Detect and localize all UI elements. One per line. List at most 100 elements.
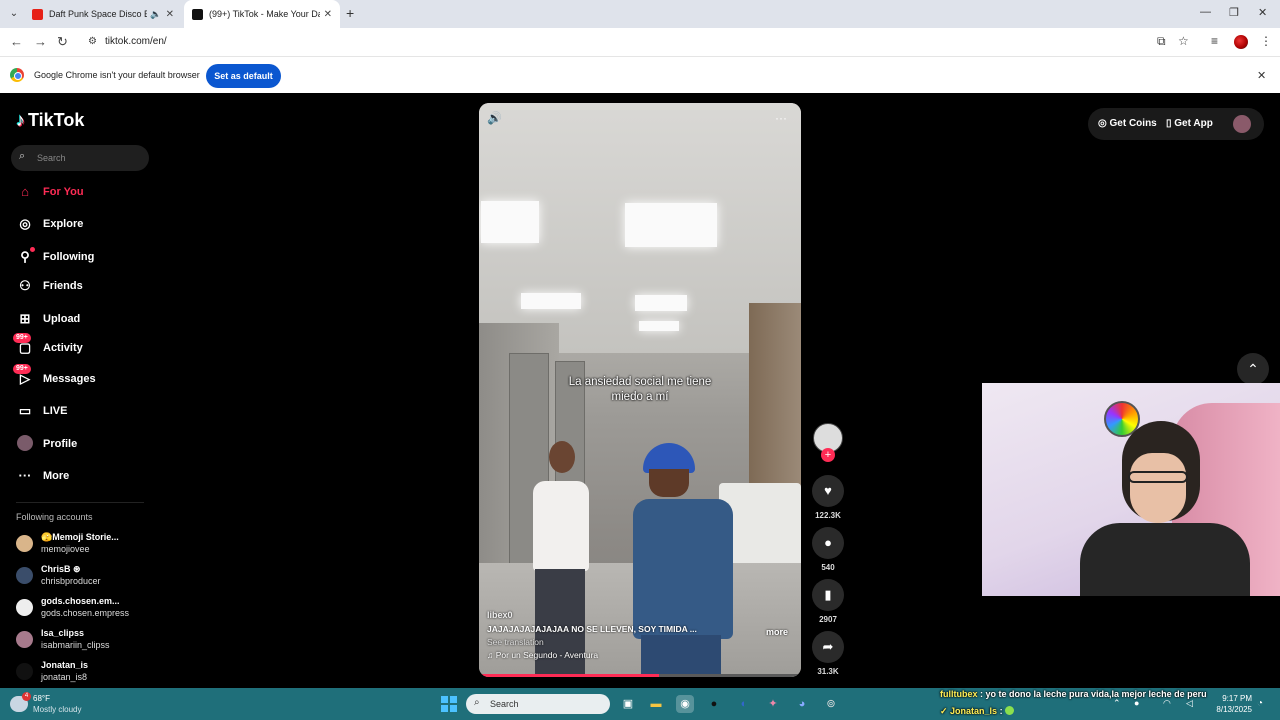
network-icon[interactable]: ◠ bbox=[1163, 698, 1171, 709]
speaker-icon[interactable]: 🔈 bbox=[150, 9, 161, 20]
site-info-icon[interactable]: ⚙ bbox=[88, 31, 97, 53]
tab-search-chevron-icon[interactable]: ⌄ bbox=[6, 6, 22, 22]
following-account[interactable]: Isa_clipss isabmariin_clipss bbox=[16, 627, 156, 653]
nav-label: Upload bbox=[43, 313, 81, 325]
scroll-up-button[interactable]: ⌃ bbox=[1237, 353, 1269, 385]
nav-live[interactable]: ▭ LIVE bbox=[16, 400, 156, 422]
nav-profile[interactable]: Profile bbox=[16, 433, 156, 455]
account-name: ChrisB ⊛ bbox=[41, 564, 81, 574]
nav-label: Profile bbox=[43, 438, 78, 450]
app-icon[interactable]: ✦ bbox=[764, 695, 782, 713]
like-button[interactable]: ♥ 122.3K bbox=[812, 475, 844, 520]
media-control-icon[interactable]: ≡ bbox=[1211, 34, 1218, 48]
webcam-overlay bbox=[982, 383, 1280, 596]
chrome-profile-avatar[interactable] bbox=[1234, 35, 1248, 49]
following-account[interactable]: Jonatan_is jonatan_is8 bbox=[16, 659, 156, 685]
tiktok-favicon-icon bbox=[192, 8, 203, 20]
volume-icon[interactable]: 🔊 bbox=[487, 111, 502, 125]
sidebar-divider bbox=[16, 502, 144, 503]
video-username[interactable]: libex0 bbox=[487, 610, 793, 620]
chrome-taskbar-icon[interactable]: ◉ bbox=[676, 695, 694, 713]
tab-youtube[interactable]: Daft Punk Space Disco Boogie 🔈 ✕ bbox=[24, 0, 182, 28]
account-handle: chrisbproducer bbox=[41, 576, 101, 586]
get-coins-button[interactable]: ◎ Get Coins bbox=[1098, 118, 1157, 129]
volume-tray-icon[interactable]: ◁ bbox=[1186, 698, 1193, 709]
save-button[interactable]: ▮ 2907 bbox=[812, 579, 844, 624]
video-caption: La ansiedad social me tiene miedo a mí bbox=[479, 375, 801, 405]
tiktok-logo[interactable]: ♪ TikTok bbox=[16, 110, 84, 131]
edge-icon[interactable]: ◐ bbox=[735, 695, 753, 713]
discord-icon[interactable]: ◕ bbox=[793, 695, 811, 713]
nav-friends[interactable]: ⚇ Friends bbox=[16, 275, 156, 297]
nav-more[interactable]: ··· More bbox=[16, 465, 156, 487]
video-progress-bar[interactable] bbox=[479, 674, 801, 677]
see-translation-link[interactable]: See translation bbox=[487, 637, 793, 647]
follow-plus-icon[interactable]: + bbox=[821, 448, 835, 462]
chat-message: ✓ Jonatan_ls : bbox=[940, 706, 1015, 717]
search-input[interactable]: ⌕ Search bbox=[11, 145, 149, 171]
search-icon: ⌕ bbox=[474, 697, 480, 708]
forward-icon[interactable]: → bbox=[34, 34, 47, 49]
url-field[interactable]: ⚙ tiktok.com/en/ bbox=[80, 31, 1200, 53]
install-app-icon[interactable]: ⧉ bbox=[1157, 34, 1166, 49]
get-app-label: Get App bbox=[1174, 118, 1213, 129]
nav-activity[interactable]: ▢ 99+ Activity bbox=[13, 333, 156, 359]
steam-icon[interactable]: ⊚ bbox=[822, 695, 840, 713]
file-explorer-icon[interactable]: ▬ bbox=[647, 695, 665, 713]
video-more-icon[interactable]: ··· bbox=[775, 111, 787, 125]
tab-title: Daft Punk Space Disco Boogie bbox=[49, 9, 148, 19]
music-link[interactable]: ♫ Por un Segundo - Aventura bbox=[487, 650, 793, 660]
nav-following[interactable]: ⚲ Following bbox=[16, 246, 156, 268]
chrome-logo-icon bbox=[10, 68, 24, 82]
tab-tiktok[interactable]: (99+) TikTok - Make Your Day ✕ bbox=[184, 0, 340, 28]
more-link[interactable]: more bbox=[766, 627, 788, 637]
video-description: JAJAJAJAJAJAJAA NO SE LLEVEN, SOY TIMIDA… bbox=[487, 624, 697, 634]
video-info: libex0 JAJAJAJAJAJAJAA NO SE LLEVEN, SOY… bbox=[487, 610, 793, 660]
windows-start-icon[interactable] bbox=[441, 696, 457, 712]
tray-chevron-icon[interactable]: ⌃ bbox=[1113, 698, 1121, 709]
chat-text: : yo te dono la leche pura vida,la mejor… bbox=[980, 689, 1207, 699]
close-infobar-icon[interactable]: ✕ bbox=[1257, 69, 1266, 82]
share-icon: ➦ bbox=[812, 631, 844, 663]
chrome-menu-icon[interactable]: ⋮ bbox=[1260, 34, 1272, 48]
nav-upload[interactable]: ⊞ Upload bbox=[16, 308, 156, 330]
following-account[interactable]: ChrisB ⊛ chrisbproducer bbox=[16, 563, 156, 589]
bookmark-star-icon[interactable]: ☆ bbox=[1178, 34, 1189, 48]
nav-explore[interactable]: ◎ Explore bbox=[16, 213, 156, 235]
task-view-icon[interactable]: ▣ bbox=[619, 695, 637, 713]
tray-app-icon[interactable]: ● bbox=[1134, 698, 1139, 708]
share-button[interactable]: ➦ 31.3K bbox=[812, 631, 844, 676]
new-tab-icon[interactable]: + bbox=[346, 5, 354, 21]
notification-bell-icon[interactable]: ◔ bbox=[1257, 698, 1263, 709]
clock[interactable]: 9:17 PM 8/13/2025 bbox=[1206, 693, 1252, 715]
account-handle: gods.chosen.empress bbox=[41, 608, 130, 618]
following-icon: ⚲ bbox=[16, 247, 35, 266]
comment-count: 540 bbox=[821, 563, 835, 572]
profile-icon bbox=[16, 435, 34, 453]
set-as-default-button[interactable]: Set as default bbox=[206, 64, 281, 88]
avatar bbox=[16, 663, 33, 680]
minimize-icon[interactable]: — bbox=[1200, 6, 1211, 18]
taskbar-search[interactable]: ⌕ Search bbox=[466, 694, 610, 714]
get-app-button[interactable]: ▯ Get App bbox=[1166, 118, 1213, 129]
alien-app-icon[interactable]: ● bbox=[705, 695, 723, 713]
activity-icon: ▢ 99+ bbox=[13, 333, 34, 357]
avatar bbox=[16, 567, 33, 584]
following-account[interactable]: gods.chosen.em... gods.chosen.empress bbox=[16, 595, 156, 621]
nav-label: Activity bbox=[43, 342, 83, 354]
restore-icon[interactable]: ❐ bbox=[1229, 6, 1239, 19]
progress-fill bbox=[479, 674, 660, 677]
comment-button[interactable]: ● 540 bbox=[812, 527, 844, 572]
following-account[interactable]: 🫣Memoji Storie... memojiovee bbox=[16, 531, 156, 557]
close-tab-icon[interactable]: ✕ bbox=[166, 9, 174, 20]
time: 9:17 PM bbox=[1222, 694, 1252, 703]
nav-messages[interactable]: ▷ 99+ Messages bbox=[13, 364, 156, 390]
nav-for-you[interactable]: ⌂ For You bbox=[16, 181, 156, 203]
user-avatar[interactable] bbox=[1233, 115, 1251, 133]
back-icon[interactable]: ← bbox=[10, 34, 23, 49]
video-player[interactable]: 🔊 ··· La ansiedad social me tiene miedo … bbox=[479, 103, 801, 677]
reload-icon[interactable]: ↻ bbox=[57, 34, 68, 50]
close-tab-icon[interactable]: ✕ bbox=[324, 9, 332, 20]
close-window-icon[interactable]: ✕ bbox=[1258, 6, 1267, 19]
share-count: 31.3K bbox=[817, 667, 839, 676]
